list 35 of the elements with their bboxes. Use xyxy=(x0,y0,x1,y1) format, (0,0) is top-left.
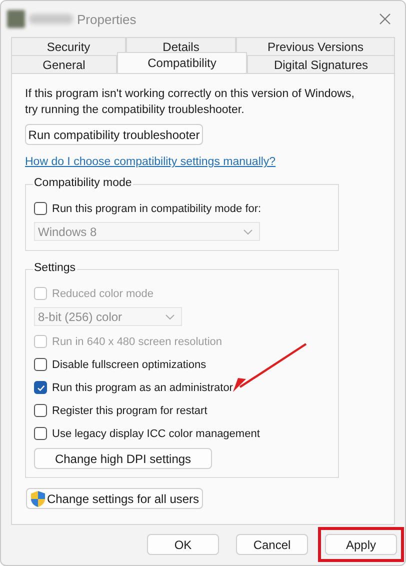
chevron-icon xyxy=(165,314,175,320)
group-title: Compatibility mode xyxy=(33,177,133,189)
checkbox[interactable] xyxy=(34,358,47,371)
checkbox[interactable] xyxy=(34,381,47,394)
tab[interactable]: General xyxy=(11,55,117,73)
dialog-button[interactable]: Apply xyxy=(325,534,397,555)
checkmark-icon xyxy=(36,382,46,392)
group-title: Settings xyxy=(33,262,77,274)
intro-text: If this program isn't working correctly on this version of Windows, try running the compatibility troubleshooter. xyxy=(25,87,355,118)
checkbox-label: Run this program as an administrator xyxy=(52,382,233,394)
dialog-button[interactable]: OK xyxy=(147,534,219,555)
checkbox-label: Register this program for restart xyxy=(52,404,208,416)
tab[interactable]: Digital Signatures xyxy=(247,55,395,73)
checkbox-label: Use legacy display ICC color management xyxy=(52,428,260,440)
checkbox[interactable] xyxy=(34,427,47,440)
troubleshooter-button[interactable]: Run compatibility troubleshooter xyxy=(25,124,203,145)
blurred-name-drawing xyxy=(29,14,73,24)
checkbox-label: Run in 640 x 480 screen resolution xyxy=(52,336,222,348)
checkbox-label: Disable fullscreen optimizations xyxy=(52,358,206,370)
app-icon xyxy=(7,10,25,28)
dpi-settings-button[interactable]: Change high DPI settings xyxy=(34,448,212,469)
all-users-button[interactable]: Change settings for all users xyxy=(26,488,203,509)
close-icon[interactable] xyxy=(379,13,391,25)
tab[interactable]: Previous Versions xyxy=(236,37,395,55)
checkbox[interactable] xyxy=(34,202,47,215)
chevron-icon xyxy=(243,228,253,234)
checkbox-label: Run this program in compatibility mode for: xyxy=(52,202,262,214)
dialog-button[interactable]: Cancel xyxy=(236,534,308,555)
tab[interactable]: Security xyxy=(11,37,126,55)
tab[interactable]: Compatibility xyxy=(117,52,247,73)
window-title: Properties xyxy=(77,12,138,26)
checkbox[interactable] xyxy=(34,404,47,417)
help-link[interactable]: How do I choose compatibility settings manually? xyxy=(25,156,276,168)
checkbox-label: Reduced color mode xyxy=(52,288,154,300)
shield-icon xyxy=(30,490,46,508)
